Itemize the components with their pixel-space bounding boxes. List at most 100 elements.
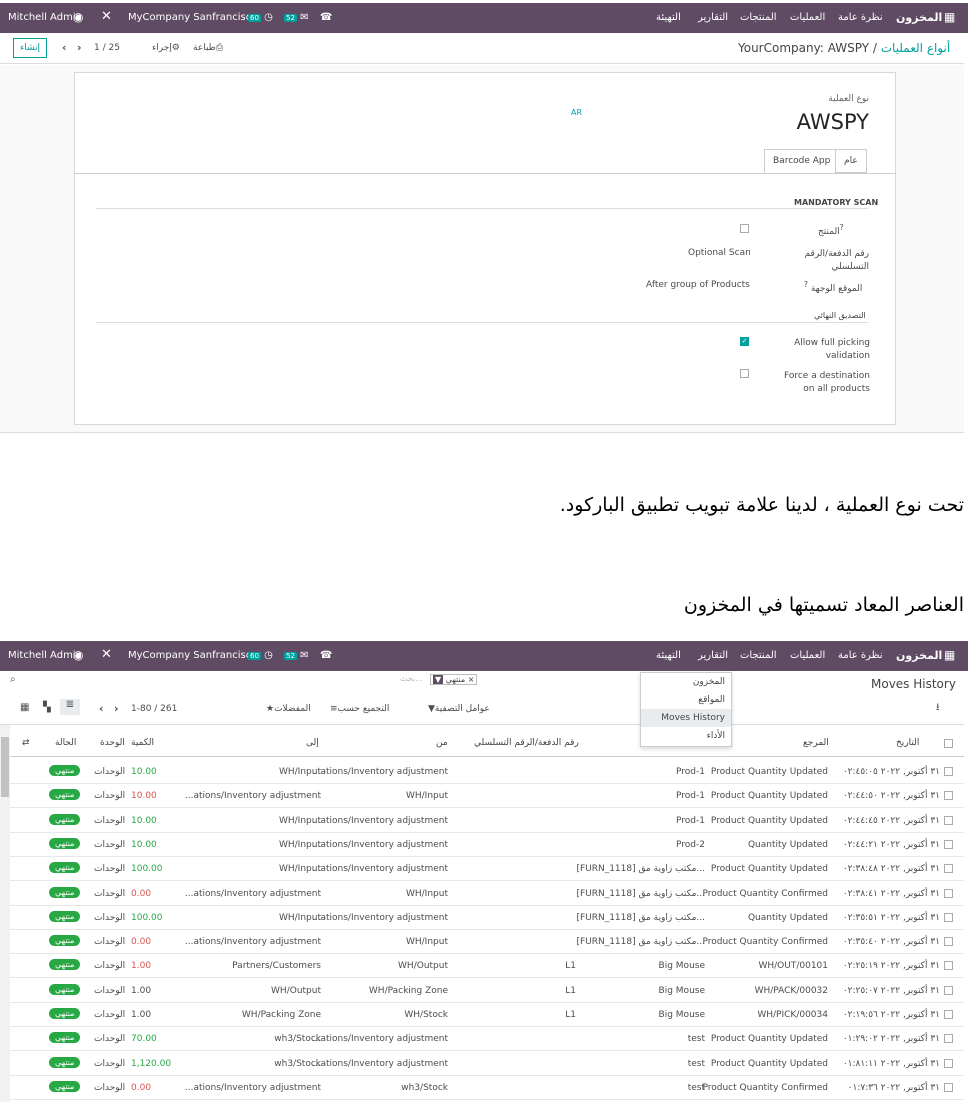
pager[interactable]: 1 / 25 xyxy=(94,43,120,53)
menu-operations[interactable]: العمليات xyxy=(790,12,825,23)
menu-operations-2[interactable]: العمليات xyxy=(790,650,825,661)
table-row[interactable]: ٣١ أكتوبر, ٢٠٢٢ ٠٢:٣٨:٤١ Product Quantity… xyxy=(0,882,964,906)
lang-tag[interactable]: AR xyxy=(571,108,582,117)
kanban-view-icon[interactable]: ▚ xyxy=(43,702,51,713)
pager-prev-icon[interactable]: ‹ xyxy=(62,41,67,54)
group-by-button[interactable]: ≡التجميع حسب xyxy=(330,704,389,714)
record-name[interactable]: AWSPY xyxy=(797,110,869,134)
table-row[interactable]: ٣١ أكتوبر, ٢٠٢٢ ٠١:٢٩:٠٢ Product Quantity… xyxy=(0,1027,964,1052)
phone-icon[interactable]: ☎ xyxy=(320,12,332,23)
breadcrumb-parent[interactable]: أنواع العمليات xyxy=(881,41,950,55)
apps-grid-icon-2[interactable]: ▦ xyxy=(944,648,955,662)
filters-button[interactable]: ▼عوامل التصفية xyxy=(428,704,490,714)
table-row[interactable]: ٣١ أكتوبر, ٢٠٢٢ ٠٢:١٩:٥٦ WH/PICK/00034 Big… xyxy=(0,1003,964,1027)
row-checkbox[interactable] xyxy=(944,1010,953,1019)
list-pager[interactable]: 1-80 / 261 xyxy=(131,704,177,714)
row-checkbox[interactable] xyxy=(944,937,953,947)
menu-config[interactable]: التهيئة xyxy=(656,12,681,23)
activity-icon[interactable]: 60 ◷ xyxy=(248,12,273,23)
row-checkbox[interactable] xyxy=(944,888,953,898)
row-checkbox[interactable] xyxy=(944,1058,953,1068)
col-lot[interactable]: رقم الدفعة/الرقم التسلسلي xyxy=(474,738,579,748)
dropdown-item-inventory[interactable]: المخزون xyxy=(641,673,731,691)
table-row[interactable]: ٣١ أكتوبر, ٢٠٢٢ ٠٢:٤٤:٥٠ Product Quantity… xyxy=(0,784,964,809)
menu-reports-2[interactable]: التقارير xyxy=(698,650,728,661)
company-switcher-2[interactable]: MyCompany Sanfrancisco xyxy=(128,650,257,661)
table-row[interactable]: ٣١ أكتوبر, ٢٠٢٢ ٠٢:٤٥:٠٥ Product Quantity… xyxy=(0,760,964,784)
dropdown-item-moves-history[interactable]: Moves History xyxy=(641,709,731,727)
force-dest-checkbox[interactable] xyxy=(740,369,749,378)
dropdown-item-locations[interactable]: المواقع xyxy=(641,691,731,709)
create-button[interactable]: إنشاء xyxy=(13,38,47,58)
apps-grid-icon[interactable]: ▦ xyxy=(944,10,955,24)
table-row[interactable]: ٣١ أكتوبر, ٢٠٢٢ ٠٢:٣٥:٤٠ Product Quantity… xyxy=(0,930,964,955)
action-menu[interactable]: إجراء⚙ xyxy=(152,43,180,53)
col-status[interactable]: الحالة xyxy=(55,738,76,748)
menu-overview[interactable]: نظرة عامة xyxy=(838,12,883,23)
favorites-button[interactable]: ★المفضلات xyxy=(266,704,311,714)
table-row[interactable]: ٣١ أكتوبر, ٢٠٢٢ ٠٢:٣٨:٤٨ Product Quantity… xyxy=(0,857,964,882)
row-checkbox[interactable] xyxy=(944,767,953,776)
table-row[interactable]: ٣١ أكتوبر, ٢٠٢٢ ٠٢:٢٥:٠٧ WH/PACK/00032 Big… xyxy=(0,979,964,1003)
menu-overview-2[interactable]: نظرة عامة xyxy=(838,650,883,661)
menu-config-2[interactable]: التهيئة xyxy=(656,650,681,661)
scrollbar[interactable] xyxy=(0,725,10,1102)
table-row[interactable]: ٣١ أكتوبر, ٢٠٢٢ ٠٢:٢٥:١٩ WH/OUT/00101 Big … xyxy=(0,954,964,979)
activity-icon-2[interactable]: 60 ◷ xyxy=(248,650,273,661)
optional-columns-icon[interactable]: ⇄ xyxy=(22,738,30,748)
row-checkbox[interactable] xyxy=(944,912,953,922)
avatar[interactable]: ◉ xyxy=(73,10,83,24)
menu-reports[interactable]: التقارير xyxy=(698,12,728,23)
pivot-view-icon[interactable]: ▦ xyxy=(20,702,29,713)
download-icon[interactable]: ⭳ xyxy=(936,700,940,717)
field-product-checkbox[interactable] xyxy=(740,224,749,233)
list-next-icon[interactable]: › xyxy=(114,702,119,715)
row-checkbox[interactable] xyxy=(944,839,953,849)
list-view-icon[interactable]: ≣ xyxy=(60,699,80,715)
table-row[interactable]: ٣١ أكتوبر, ٢٠٢٢ ٠١:٧:٣٦ Product Quantity … xyxy=(0,1076,964,1100)
user-menu-2[interactable]: Mitchell Admin xyxy=(8,650,82,661)
avatar-2[interactable]: ◉ xyxy=(73,648,83,662)
col-to[interactable]: إلى xyxy=(306,738,319,748)
list-prev-icon[interactable]: ‹ xyxy=(99,702,104,715)
search-icon[interactable]: ⌕ xyxy=(10,674,16,685)
dropdown-item-performance[interactable]: الأداء xyxy=(641,727,731,745)
row-checkbox[interactable] xyxy=(944,961,953,971)
tools-icon-2[interactable]: ✕ xyxy=(101,647,112,662)
row-checkbox[interactable] xyxy=(944,791,953,801)
field-dest-value[interactable]: After group of Products xyxy=(646,280,750,290)
table-row[interactable]: ٣١ أكتوبر, ٢٠٢٢ ٠٢:٣٥:٥١ Quantity Updated… xyxy=(0,906,964,930)
app-title[interactable]: المخزون xyxy=(896,11,942,24)
col-reference[interactable]: المرجع xyxy=(803,738,829,748)
company-switcher[interactable]: MyCompany Sanfrancisco xyxy=(128,12,257,23)
col-from[interactable]: من xyxy=(436,738,448,748)
pager-next-icon[interactable]: › xyxy=(77,41,82,54)
table-row[interactable]: ٣١ أكتوبر, ٢٠٢٢ ٠٢:٤٤:٢١ Quantity Updated… xyxy=(0,833,964,857)
table-row[interactable]: ٣١ أكتوبر, ٢٠٢٢ ٠١:٨١:١١ Product Quantity… xyxy=(0,1052,964,1076)
full-picking-checkbox[interactable]: ✓ xyxy=(740,337,749,346)
search-facet[interactable]: ▼ منتهي × xyxy=(430,674,478,685)
tab-general[interactable]: عام xyxy=(835,149,867,173)
tab-barcode-app[interactable]: Barcode App xyxy=(764,149,840,173)
messages-icon[interactable]: 52 ✉ xyxy=(284,12,308,23)
messages-icon-2[interactable]: 52 ✉ xyxy=(284,650,308,661)
col-uom[interactable]: الوحدة xyxy=(100,738,125,748)
user-menu[interactable]: Mitchell Admin xyxy=(8,12,82,23)
scrollbar-thumb[interactable] xyxy=(1,737,9,797)
select-all-checkbox[interactable] xyxy=(944,739,953,748)
field-lot-value[interactable]: Optional Scan xyxy=(688,248,751,258)
phone-icon-2[interactable]: ☎ xyxy=(320,650,332,661)
search-input[interactable]: بحث... ▼ منتهي × xyxy=(400,674,484,689)
menu-products[interactable]: المنتجات xyxy=(740,12,777,23)
col-date[interactable]: التاريخ xyxy=(896,738,919,748)
print-menu[interactable]: طباعة⎙ xyxy=(193,43,223,53)
row-checkbox[interactable] xyxy=(944,815,953,825)
row-checkbox[interactable] xyxy=(944,1082,953,1092)
menu-products-2[interactable]: المنتجات xyxy=(740,650,777,661)
table-row[interactable]: ٣١ أكتوبر, ٢٠٢٢ ٠٢:٤٤:٤٥ Product Quantity… xyxy=(0,809,964,833)
row-checkbox[interactable] xyxy=(944,864,953,874)
row-checkbox[interactable] xyxy=(944,985,953,995)
app-title-2[interactable]: المخزون xyxy=(896,649,942,662)
tools-icon[interactable]: ✕ xyxy=(101,9,112,24)
col-quantity[interactable]: الكمية xyxy=(131,738,154,748)
